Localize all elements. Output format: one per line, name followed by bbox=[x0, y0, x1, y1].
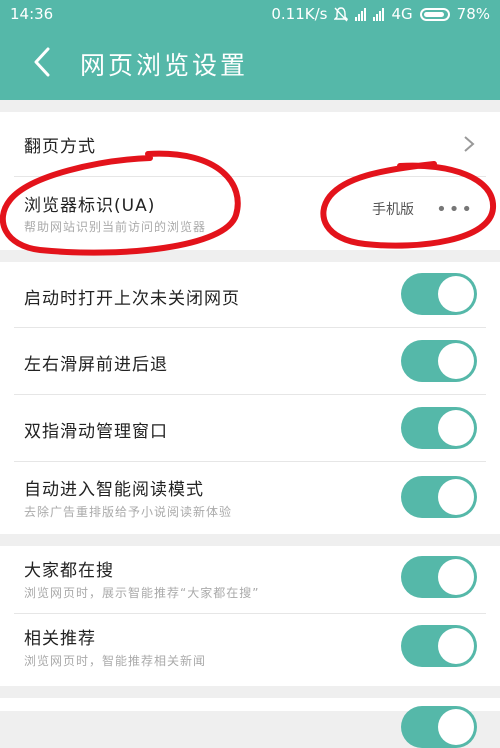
status-bar: 14:36 0.11K/s 4G 78% bbox=[0, 0, 500, 28]
signal-icon-2 bbox=[373, 7, 385, 21]
setting-reading-mode: 自动进入智能阅读模式 去除广告重排版给予小说阅读新体验 bbox=[0, 462, 500, 534]
back-button[interactable] bbox=[24, 40, 60, 84]
network-type: 4G bbox=[391, 5, 413, 23]
mute-icon bbox=[334, 6, 349, 21]
setting-label: 自动进入智能阅读模式 bbox=[24, 480, 204, 500]
toggle-swipe-nav[interactable] bbox=[401, 340, 477, 382]
toggle-reading-mode[interactable] bbox=[401, 476, 477, 518]
toggle-trending[interactable] bbox=[401, 556, 477, 598]
toggle-two-finger[interactable] bbox=[401, 407, 477, 449]
status-right: 0.11K/s 4G 78% bbox=[271, 5, 490, 23]
ua-value: 手机版 bbox=[372, 202, 414, 218]
setting-page-turn[interactable]: 翻页方式 bbox=[0, 112, 500, 176]
page-title: 网页浏览设置 bbox=[80, 51, 249, 80]
setting-desc: 浏览网页时，展示智能推荐“大家都在搜” bbox=[24, 586, 260, 600]
setting-two-finger: 双指滑动管理窗口 bbox=[0, 395, 500, 461]
network-speed: 0.11K/s bbox=[271, 5, 328, 23]
toggle-partial[interactable] bbox=[401, 706, 477, 748]
setting-desc: 去除广告重排版给予小说阅读新体验 bbox=[24, 505, 233, 519]
setting-label: 相关推荐 bbox=[24, 629, 96, 649]
battery-level: 78% bbox=[456, 5, 490, 23]
settings-group-basic: 翻页方式 浏览器标识(UA) 帮助网站识别当前访问的浏览器 手机版 ••• bbox=[0, 112, 500, 250]
setting-swipe-nav: 左右滑屏前进后退 bbox=[0, 328, 500, 394]
setting-restore-pages: 启动时打开上次未关闭网页 bbox=[0, 262, 500, 327]
setting-label: 左右滑屏前进后退 bbox=[24, 355, 168, 375]
app-header: 14:36 0.11K/s 4G 78% 网页浏览设置 bbox=[0, 0, 500, 100]
status-time: 14:36 bbox=[10, 5, 54, 23]
more-icon[interactable]: ••• bbox=[436, 199, 474, 220]
battery-icon bbox=[419, 7, 450, 21]
setting-label: 双指滑动管理窗口 bbox=[24, 422, 168, 442]
signal-icon bbox=[355, 7, 367, 21]
setting-related: 相关推荐 浏览网页时，智能推荐相关新闻 bbox=[0, 614, 500, 686]
settings-group-recommend: 大家都在搜 浏览网页时，展示智能推荐“大家都在搜” 相关推荐 浏览网页时，智能推… bbox=[0, 546, 500, 686]
setting-ua[interactable]: 浏览器标识(UA) 帮助网站识别当前访问的浏览器 手机版 ••• bbox=[0, 177, 500, 250]
setting-label: 启动时打开上次未关闭网页 bbox=[24, 289, 240, 309]
setting-label: 浏览器标识(UA) bbox=[24, 196, 156, 216]
setting-trending: 大家都在搜 浏览网页时，展示智能推荐“大家都在搜” bbox=[0, 546, 500, 612]
settings-group-more bbox=[0, 698, 500, 748]
setting-label: 大家都在搜 bbox=[24, 561, 114, 581]
setting-desc: 浏览网页时，智能推荐相关新闻 bbox=[24, 654, 207, 668]
chevron-right-icon bbox=[464, 136, 475, 152]
toggle-related[interactable] bbox=[401, 625, 477, 667]
toggle-restore-pages[interactable] bbox=[401, 273, 477, 315]
setting-label: 翻页方式 bbox=[24, 137, 96, 157]
setting-desc: 帮助网站识别当前访问的浏览器 bbox=[24, 220, 207, 234]
chevron-left-icon bbox=[34, 47, 50, 77]
settings-group-browsing: 启动时打开上次未关闭网页 左右滑屏前进后退 双指滑动管理窗口 自动进入智能阅读模… bbox=[0, 262, 500, 534]
